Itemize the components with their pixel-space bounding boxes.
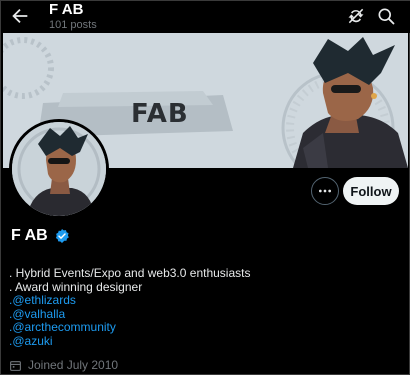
bio-line: . Award winning designer xyxy=(9,279,143,294)
profile-bio: . Hybrid Events/Expo and web3.0 enthusia… xyxy=(9,266,251,349)
search-icon[interactable] xyxy=(376,6,396,26)
top-bar: F AB 101 posts xyxy=(1,1,410,33)
banner-logo-text: FAB xyxy=(131,99,189,129)
avatar[interactable] xyxy=(9,119,109,219)
rotate-icon[interactable] xyxy=(346,6,366,26)
back-arrow-icon[interactable] xyxy=(9,5,31,27)
header-title: F AB xyxy=(49,1,84,18)
bio-line: . Hybrid Events/Expo and web3.0 enthusia… xyxy=(9,266,251,280)
bio-link-azuki[interactable]: .@azuki xyxy=(9,334,250,349)
name-row: F AB xyxy=(11,227,70,245)
bio-link-arcthecommunity[interactable]: .@arcthecommunity xyxy=(9,320,250,335)
joined-date: Joined July 2010 xyxy=(9,358,118,372)
bio-link-valhalla[interactable]: .@valhalla xyxy=(9,307,250,322)
profile-page: F AB 101 posts FAB Follow F AB . Hybrid … xyxy=(0,0,410,375)
display-name: F AB xyxy=(11,227,48,244)
avatar-illustration xyxy=(12,122,106,216)
follow-button[interactable]: Follow xyxy=(343,177,399,205)
more-options-button[interactable] xyxy=(311,177,339,205)
bio-link-ethlizards[interactable]: .@ethlizards xyxy=(9,293,250,308)
calendar-icon xyxy=(10,360,21,371)
verified-badge-icon[interactable] xyxy=(54,228,70,244)
header-title-block: F AB 101 posts xyxy=(49,2,97,32)
joined-text: Joined July 2010 xyxy=(28,358,119,372)
posts-count: 101 posts xyxy=(49,19,97,31)
more-horizontal-icon xyxy=(319,189,331,193)
